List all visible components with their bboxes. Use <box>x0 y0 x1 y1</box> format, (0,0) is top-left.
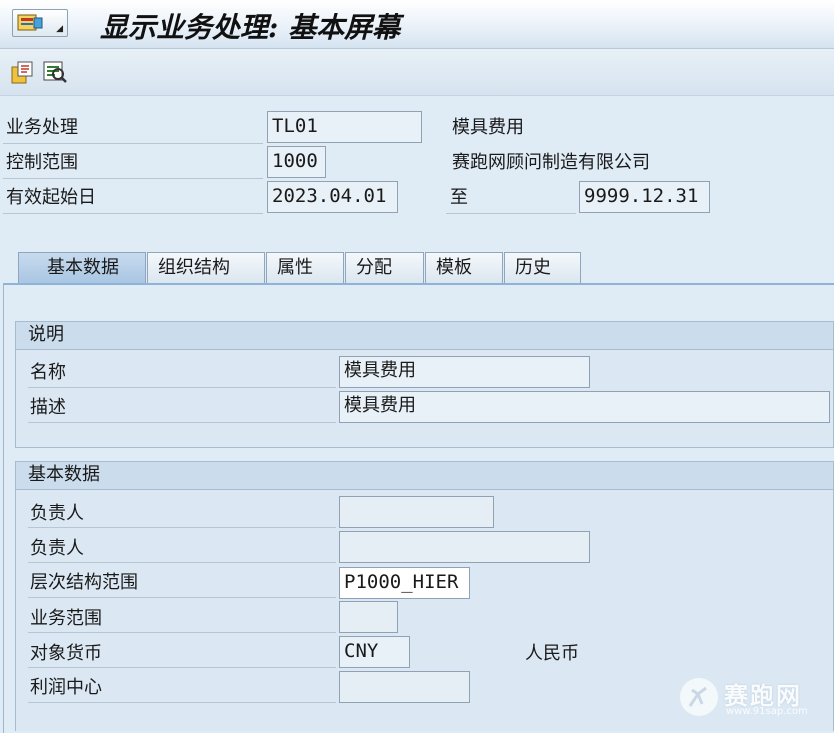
tab-org-structure[interactable]: 组织结构 <box>147 252 265 283</box>
tab-strip: 基本数据 组织结构 属性 分配 模板 历史 <box>0 252 834 284</box>
watermark-logo: 赛跑网 www.91sap.com <box>678 672 828 722</box>
valid-to-label: 至 <box>450 187 468 208</box>
object-currency-text: 人民币 <box>525 643 579 664</box>
row-divider <box>28 597 336 598</box>
business-area-label: 业务范围 <box>30 608 102 629</box>
description-field[interactable]: 模具费用 <box>339 391 830 423</box>
valid-to-field[interactable]: 9999.12.31 <box>579 181 710 213</box>
responsible-user-label: 负责人 <box>30 538 84 559</box>
tab-basic-data[interactable]: 基本数据 <box>18 252 146 283</box>
profit-center-field[interactable] <box>339 671 470 703</box>
object-currency-label: 对象货币 <box>30 643 102 664</box>
watermark-url: www.91sap.com <box>726 706 808 717</box>
business-process-label: 业务处理 <box>6 117 78 138</box>
controlling-area-label: 控制范围 <box>6 152 78 173</box>
tab-attributes[interactable]: 属性 <box>266 252 344 283</box>
profit-center-label: 利润中心 <box>30 677 102 698</box>
row-divider <box>3 143 263 144</box>
display-object-icon[interactable] <box>42 59 68 85</box>
sap-menu-icon <box>17 14 43 31</box>
row-divider <box>28 702 336 703</box>
row-divider <box>3 178 263 179</box>
valid-from-field[interactable]: 2023.04.01 <box>267 181 398 213</box>
chevron-down-icon: ◢ <box>56 24 63 34</box>
controlling-area-field[interactable]: 1000 <box>267 146 326 178</box>
row-divider <box>28 387 336 388</box>
tab-assignments[interactable]: 分配 <box>345 252 424 283</box>
responsible-field[interactable] <box>339 496 494 528</box>
responsible-label: 负责人 <box>30 503 84 524</box>
name-label: 名称 <box>30 362 66 383</box>
basic-data-group-title: 基本数据 <box>16 462 833 490</box>
application-toolbar <box>0 49 834 96</box>
runner-logo-icon <box>680 678 718 716</box>
controlling-area-text: 赛跑网顾问制造有限公司 <box>452 152 650 173</box>
page-title: 显示业务处理: 基本屏幕 <box>100 11 401 44</box>
tab-history[interactable]: 历史 <box>504 252 581 283</box>
sap-menu-button[interactable]: ◢ <box>12 9 68 37</box>
business-area-field[interactable] <box>339 601 398 633</box>
hierarchy-area-label: 层次结构范围 <box>30 572 138 593</box>
row-divider <box>28 527 336 528</box>
row-divider <box>446 213 576 214</box>
responsible-user-field[interactable] <box>339 531 590 563</box>
tab-templates[interactable]: 模板 <box>425 252 503 283</box>
description-group-title: 说明 <box>16 322 833 350</box>
row-divider <box>28 422 336 423</box>
name-field[interactable]: 模具费用 <box>339 356 590 388</box>
object-currency-field[interactable]: CNY <box>339 636 410 668</box>
row-divider <box>28 667 336 668</box>
business-process-text: 模具费用 <box>452 117 524 138</box>
description-label: 描述 <box>30 397 66 418</box>
business-process-field[interactable]: TL01 <box>267 111 422 143</box>
hierarchy-area-field[interactable]: P1000_HIER <box>339 567 470 599</box>
row-divider <box>3 213 263 214</box>
row-divider <box>28 562 336 563</box>
valid-from-label: 有效起始日 <box>6 187 96 208</box>
title-bar: ◢ 显示业务处理: 基本屏幕 <box>0 0 834 49</box>
other-object-icon[interactable] <box>10 59 36 85</box>
row-divider <box>28 632 336 633</box>
